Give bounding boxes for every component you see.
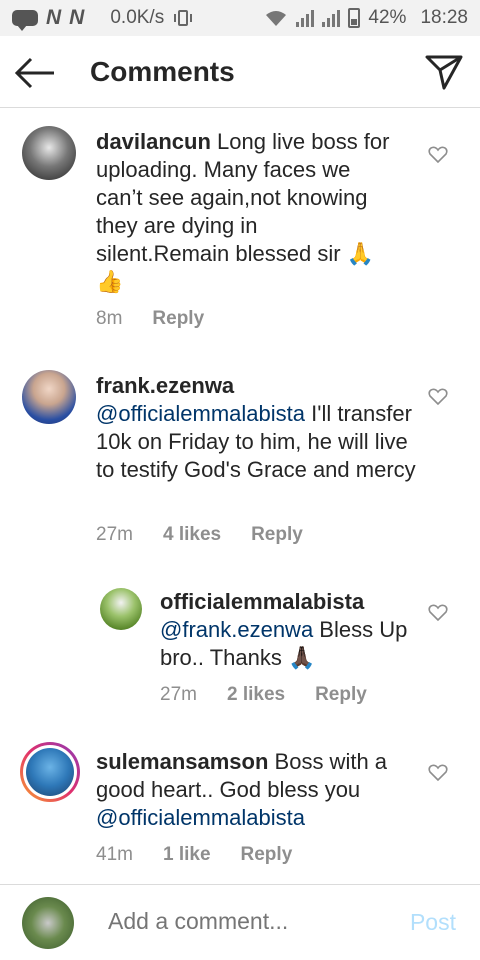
signal-icon [296, 9, 315, 27]
page-title: Comments [90, 56, 235, 87]
comment-username[interactable]: officialemmalabista [160, 589, 364, 614]
signal-icon-2 [322, 9, 341, 27]
post-button[interactable]: Post [410, 909, 456, 936]
vibrate-icon [174, 10, 193, 26]
current-user-avatar [22, 897, 74, 949]
add-comment-bar: Post [0, 884, 480, 960]
likes-count[interactable]: 2 likes [227, 684, 285, 706]
heart-icon[interactable] [428, 764, 448, 782]
comment-username[interactable]: sulemansamson [96, 749, 268, 774]
comment-input[interactable] [106, 907, 390, 936]
reply-button[interactable]: Reply [241, 844, 293, 866]
avatar[interactable] [100, 588, 142, 630]
comment-username[interactable]: davilancun [96, 129, 211, 154]
comment-mention[interactable]: @officialemmalabista [96, 805, 305, 830]
status-bar: N N 0.0K/s 42% 18:28 [0, 0, 480, 36]
reply-button[interactable]: Reply [315, 684, 367, 706]
heart-icon[interactable] [428, 146, 448, 164]
battery-percent: 42% [368, 7, 407, 28]
comment-time: 27m [96, 524, 133, 545]
reply-button[interactable]: Reply [251, 524, 303, 546]
comment-time: 41m [96, 844, 133, 865]
notification-n-icon-2: N [69, 6, 85, 29]
wifi-icon [266, 11, 287, 26]
comment-item: frank.ezenwa @officialemmalabista I'll t… [0, 348, 480, 568]
notification-n-icon: N [46, 6, 62, 29]
avatar[interactable] [22, 370, 76, 424]
comment-mention[interactable]: @frank.ezenwa [160, 617, 313, 642]
comment-username[interactable]: frank.ezenwa [96, 373, 234, 398]
header: Comments [0, 36, 480, 108]
back-arrow-icon[interactable] [14, 56, 56, 90]
heart-icon[interactable] [428, 388, 448, 406]
battery-icon [348, 8, 361, 28]
heart-icon[interactable] [428, 604, 448, 622]
avatar[interactable] [22, 126, 76, 180]
comment-mention[interactable]: @officialemmalabista [96, 401, 305, 426]
comment-item: davilancun Long live boss for uploading.… [0, 108, 480, 348]
comment-time: 27m [160, 684, 197, 705]
reply-button[interactable]: Reply [152, 308, 204, 330]
comment-item: sulemansamson Boss with a good heart.. G… [0, 730, 480, 880]
likes-count[interactable]: 4 likes [163, 524, 221, 546]
network-speed: 0.0K/s [110, 7, 165, 28]
story-avatar[interactable] [20, 742, 80, 802]
comment-reply-item: officialemmalabista @frank.ezenwa Bless … [0, 578, 480, 728]
clock: 18:28 [420, 7, 468, 28]
likes-count[interactable]: 1 like [163, 844, 211, 866]
message-icon [12, 10, 38, 31]
comment-time: 8m [96, 308, 123, 329]
direct-send-icon[interactable] [424, 54, 464, 90]
